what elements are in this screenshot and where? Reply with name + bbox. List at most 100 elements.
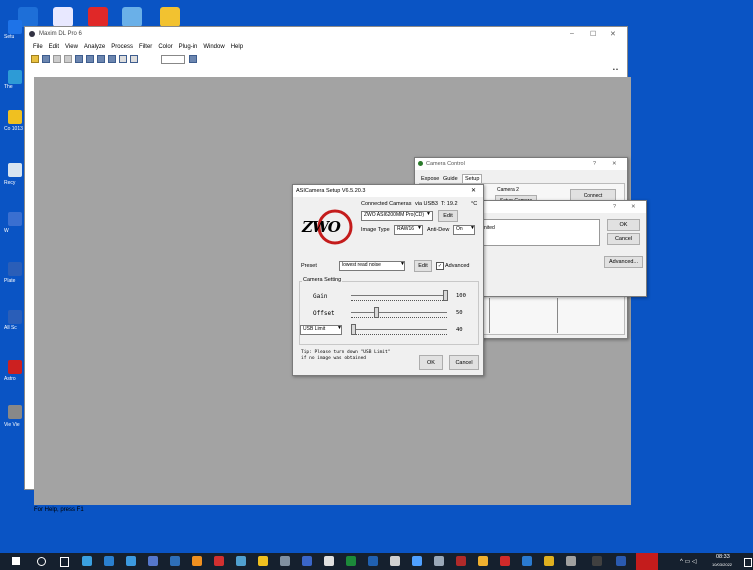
taskbar-app-icon[interactable] <box>390 556 400 566</box>
taskbar-app-icon[interactable] <box>478 556 488 566</box>
taskbar-app-icon[interactable] <box>258 556 268 566</box>
taskbar-app-icon[interactable] <box>412 556 422 566</box>
menu-filter[interactable]: Filter <box>139 44 152 50</box>
minimize-button[interactable]: – <box>570 30 574 37</box>
taskbar-app-icon[interactable] <box>368 556 378 566</box>
chevron-down-icon[interactable]: ▼ <box>426 211 431 217</box>
menu-window[interactable]: Window <box>203 44 224 50</box>
save-icon[interactable] <box>42 55 50 63</box>
desktop-icon[interactable] <box>8 360 22 374</box>
taskbar-app-icon[interactable] <box>214 556 224 566</box>
ok-button[interactable]: OK <box>607 219 640 231</box>
camera-edit-button[interactable]: Edit <box>438 210 458 222</box>
menu-file[interactable]: File <box>33 44 43 50</box>
gain-slider-thumb[interactable] <box>443 290 448 301</box>
help-pointer-icon[interactable] <box>189 55 197 63</box>
advanced-checkbox[interactable]: ✓ <box>436 262 444 270</box>
taskbar-app-icon[interactable] <box>500 556 510 566</box>
taskbar-app-icon[interactable] <box>566 556 576 566</box>
chevron-down-icon[interactable]: ▼ <box>337 325 342 331</box>
app-icon-3[interactable] <box>88 7 108 27</box>
recycle-bin-icon[interactable] <box>8 163 22 177</box>
offset-slider-thumb[interactable] <box>374 307 379 318</box>
taskbar-app-icon[interactable] <box>616 556 626 566</box>
search-icon[interactable] <box>37 557 46 566</box>
zoom-in-icon[interactable] <box>119 55 127 63</box>
maximize-button[interactable]: ☐ <box>590 30 596 38</box>
desktop-icon[interactable] <box>8 212 22 226</box>
menu-plugin[interactable]: Plug-in <box>179 44 198 50</box>
preset-select[interactable]: lowest read noise <box>339 261 405 271</box>
undo-icon[interactable] <box>53 55 61 63</box>
app-icon-4[interactable] <box>122 7 142 27</box>
usb-limit-select[interactable]: USB Limit <box>300 325 342 335</box>
camera-icon[interactable] <box>75 55 83 63</box>
taskbar-app-icon[interactable] <box>346 556 356 566</box>
taskbar-app-icon[interactable] <box>192 556 202 566</box>
close-button[interactable]: ✕ <box>610 30 616 38</box>
taskbar-app-icon[interactable] <box>170 556 180 566</box>
cancel-button[interactable]: Cancel <box>449 355 479 370</box>
tab-guide[interactable]: Guide <box>443 176 458 182</box>
zoom-out-icon[interactable] <box>130 55 138 63</box>
app-icon-2[interactable] <box>53 7 73 27</box>
close-button[interactable]: ✕ <box>631 204 636 210</box>
usb-limit-slider[interactable] <box>351 329 447 330</box>
windows-start-icon[interactable] <box>12 557 20 565</box>
taskbar-app-icon[interactable] <box>280 556 290 566</box>
clock-date[interactable]: 10/03/2022 <box>712 562 732 567</box>
open-icon[interactable] <box>31 55 39 63</box>
observatory-icon[interactable] <box>86 55 94 63</box>
menu-edit[interactable]: Edit <box>49 44 59 50</box>
taskbar-app-icon[interactable] <box>324 556 334 566</box>
menu-color[interactable]: Color <box>158 44 172 50</box>
taskbar-app-icon[interactable] <box>456 556 466 566</box>
menu-process[interactable]: Process <box>111 44 133 50</box>
desktop-icon[interactable] <box>8 20 22 34</box>
taskbar-app-icon[interactable] <box>592 556 602 566</box>
preset-edit-button[interactable]: Edit <box>414 260 432 272</box>
tab-expose[interactable]: Expose <box>421 176 439 182</box>
desktop-icon[interactable] <box>8 405 22 419</box>
taskbar-app-icon[interactable] <box>236 556 246 566</box>
ok-button[interactable]: OK <box>419 355 443 370</box>
redo-icon[interactable] <box>64 55 72 63</box>
menu-view[interactable]: View <box>65 44 78 50</box>
taskbar-app-icon[interactable] <box>148 556 158 566</box>
menu-help[interactable]: Help <box>231 44 243 50</box>
folder-icon[interactable] <box>160 7 180 27</box>
close-button[interactable]: ✕ <box>612 161 617 167</box>
screen-stretch-icon[interactable] <box>97 55 105 63</box>
taskbar-app-icon[interactable] <box>82 556 92 566</box>
desktop-icon[interactable] <box>8 70 22 84</box>
notification-icon[interactable] <box>744 558 752 567</box>
info-icon[interactable] <box>108 55 116 63</box>
mdi-controls[interactable]: • • <box>613 67 621 73</box>
help-button[interactable]: ? <box>613 204 616 210</box>
close-button[interactable]: ✕ <box>471 187 476 194</box>
offset-slider[interactable] <box>351 312 447 313</box>
camera-select[interactable]: ZWO ASI6200MM Pro(CD) <box>361 211 433 221</box>
chevron-down-icon[interactable]: ▼ <box>470 225 475 231</box>
desktop-icon[interactable] <box>8 262 22 276</box>
taskbar-app-active[interactable] <box>636 553 658 570</box>
advanced-button[interactable]: Advanced... <box>604 256 643 268</box>
help-button[interactable]: ? <box>593 161 596 167</box>
chevron-down-icon[interactable]: ▼ <box>417 225 422 231</box>
system-tray-icons[interactable]: ^ ▭ ◁ <box>680 558 696 565</box>
desktop-icon[interactable] <box>8 110 22 124</box>
taskbar-app-icon[interactable] <box>522 556 532 566</box>
desktop-icon[interactable] <box>8 310 22 324</box>
taskbar-app-icon[interactable] <box>434 556 444 566</box>
taskbar-app-icon[interactable] <box>544 556 554 566</box>
menu-analyze[interactable]: Analyze <box>84 44 105 50</box>
taskbar-app-icon[interactable] <box>104 556 114 566</box>
taskbar-app-icon[interactable] <box>302 556 312 566</box>
zoom-select[interactable] <box>161 55 185 64</box>
cancel-button[interactable]: Cancel <box>607 233 640 245</box>
chevron-down-icon[interactable]: ▼ <box>400 261 405 267</box>
taskbar-app-icon[interactable] <box>126 556 136 566</box>
usb-limit-slider-thumb[interactable] <box>351 324 356 335</box>
task-view-icon[interactable] <box>60 557 69 567</box>
gain-slider[interactable] <box>351 295 447 296</box>
